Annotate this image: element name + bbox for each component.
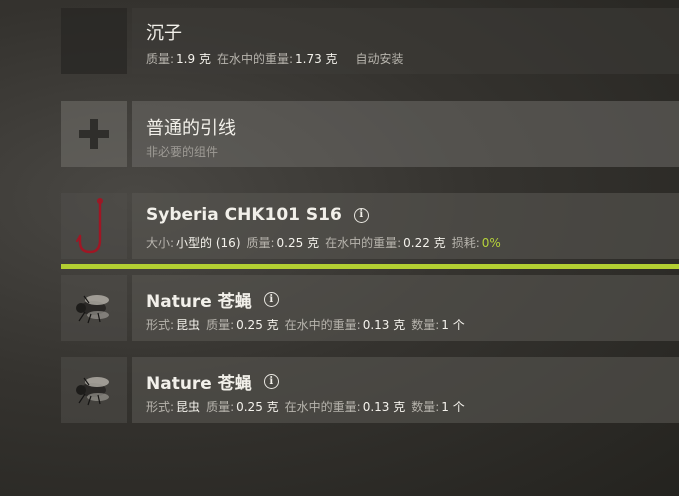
bait-panel[interactable]: Nature 苍蝇 i 形式: 昆虫 质量: 0.25 克在水中的重量: 0.13 克数…: [132, 357, 679, 423]
info-icon[interactable]: i: [263, 374, 279, 389]
bait-thumbnail[interactable]: [61, 275, 127, 341]
fly-icon: [76, 295, 109, 324]
bait-title: Nature 苍蝇 i: [146, 369, 279, 394]
bait-stats: 形式: 昆虫 质量: 0.25 克在水中的重量: 0.13 克数量: 1 个: [146, 318, 465, 332]
bait-title: Nature 苍蝇 i: [146, 287, 279, 312]
bait-row[interactable]: Nature 苍蝇 i 形式: 昆虫 质量: 0.25 克在水中的重量: 0.13 克数…: [61, 357, 679, 423]
add-leader-button[interactable]: [61, 101, 127, 167]
sinker-title: 沉子: [146, 23, 182, 44]
info-icon[interactable]: i: [263, 292, 279, 307]
auto-install-label: 自动安装: [355, 52, 404, 66]
plus-icon: [79, 119, 109, 149]
sinker-panel[interactable]: 沉子 质量: 1.9 克在水中的重量: 1.73 克自动安装: [132, 8, 679, 74]
leader-row[interactable]: 普通的引线 非必要的组件: [61, 101, 679, 167]
bait-thumbnail[interactable]: [61, 357, 127, 423]
hook-title: Syberia CHK101 S16 i: [146, 205, 369, 225]
hook-row[interactable]: Syberia CHK101 S16 i 大小: 小型的 (16) 质量: 0.25 …: [61, 193, 679, 259]
sinker-thumbnail[interactable]: [61, 8, 127, 74]
sinker-row[interactable]: 沉子 质量: 1.9 克在水中的重量: 1.73 克自动安装: [61, 8, 679, 74]
info-icon[interactable]: i: [353, 207, 369, 223]
bait-stats: 形式: 昆虫 质量: 0.25 克在水中的重量: 0.13 克数量: 1 个: [146, 400, 465, 414]
bait-panel[interactable]: Nature 苍蝇 i 形式: 昆虫 质量: 0.25 克在水中的重量: 0.13 克数…: [132, 275, 679, 341]
leader-panel[interactable]: 普通的引线 非必要的组件: [132, 101, 679, 167]
hook-icon: [76, 197, 103, 254]
leader-subtitle: 非必要的组件: [146, 145, 219, 159]
wear-value: 0%: [481, 236, 501, 250]
hook-stats: 大小: 小型的 (16) 质量: 0.25 克在水中的重量: 0.22 克损耗: 0%: [146, 236, 501, 250]
leader-title: 普通的引线: [146, 118, 236, 139]
bait-row[interactable]: Nature 苍蝇 i 形式: 昆虫 质量: 0.25 克在水中的重量: 0.13 克数…: [61, 275, 679, 341]
hook-panel[interactable]: Syberia CHK101 S16 i 大小: 小型的 (16) 质量: 0.25 …: [132, 193, 679, 259]
hook-thumbnail[interactable]: [61, 193, 127, 259]
fly-icon: [76, 377, 109, 406]
sinker-stats: 质量: 1.9 克在水中的重量: 1.73 克自动安装: [146, 52, 404, 66]
selection-underline: [61, 264, 679, 269]
